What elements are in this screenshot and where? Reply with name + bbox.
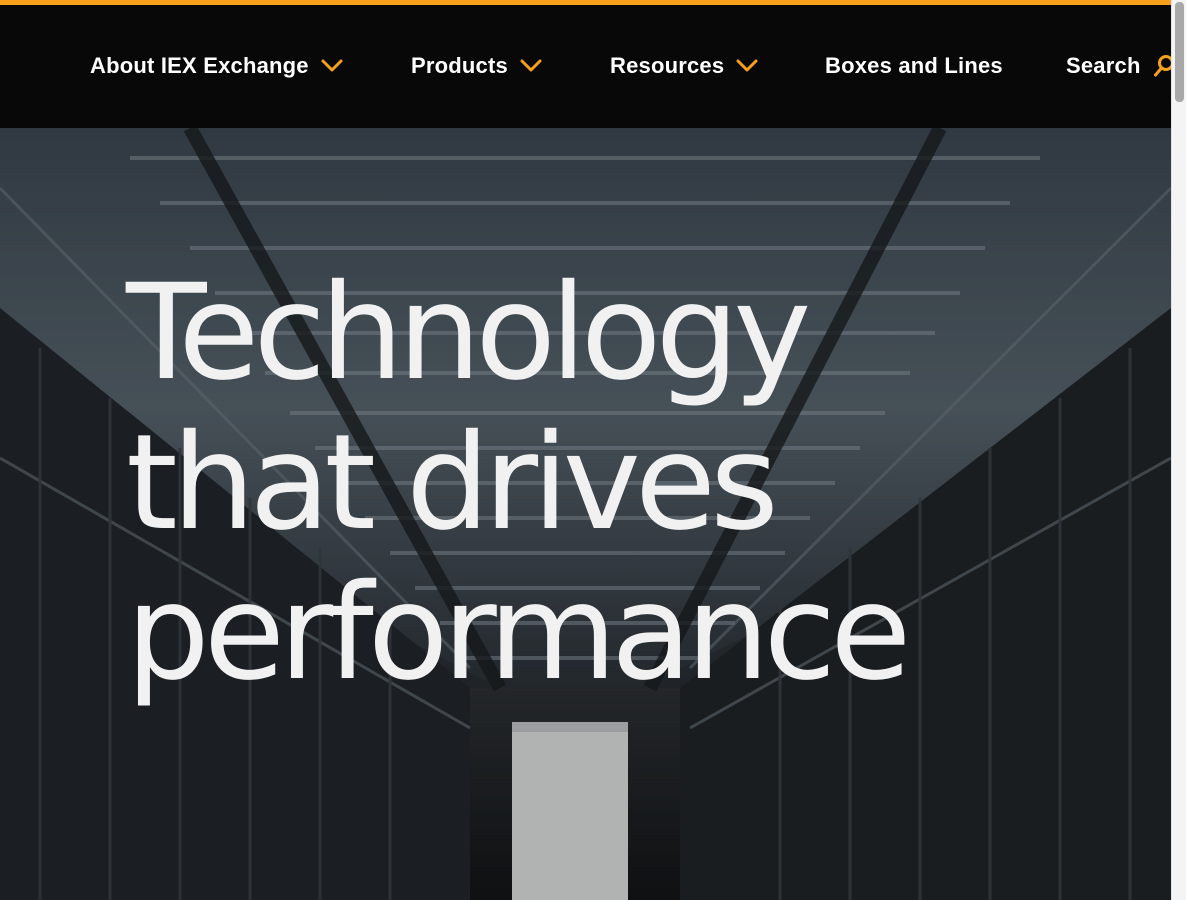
page: About IEX Exchange Products Resources Bo… [0,0,1186,900]
nav-item-about-iex-exchange[interactable]: About IEX Exchange [90,51,343,81]
nav-item-label: Products [411,53,508,78]
vertical-scrollbar[interactable] [1171,0,1186,900]
hero-title-line: performance [126,556,911,710]
nav-item-label: About IEX Exchange [90,53,309,78]
nav-item-label: Resources [610,53,725,78]
chevron-down-icon [321,59,343,72]
nav-item-boxes-and-lines[interactable]: Boxes and Lines [825,51,1003,81]
hero-section: Technology that drives performance [0,128,1171,900]
nav-search-button[interactable]: Search [1066,51,1175,81]
nav-item-resources[interactable]: Resources [610,51,758,81]
nav-item-label: Search [1066,53,1141,78]
hero-title-line: Technology [126,256,811,410]
nav-item-label: Boxes and Lines [825,53,1003,78]
main-navigation: About IEX Exchange Products Resources Bo… [0,5,1174,128]
chevron-down-icon [736,59,758,72]
hero-title: Technology that drives performance [126,256,911,710]
nav-item-products[interactable]: Products [411,51,542,81]
scrollbar-thumb[interactable] [1175,2,1184,102]
chevron-down-icon [520,59,542,72]
hero-title-line: that drives [126,406,779,560]
